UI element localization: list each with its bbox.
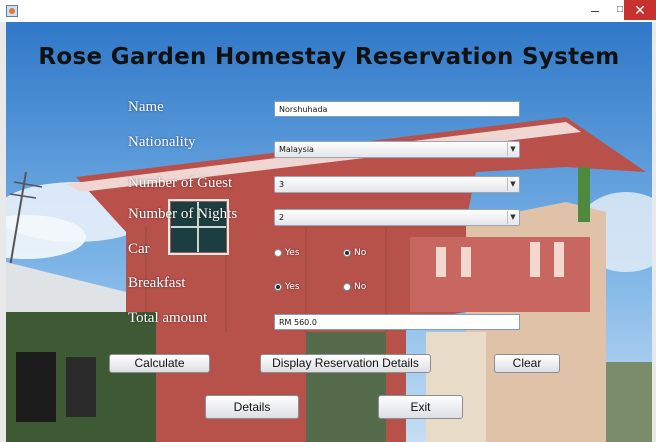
window-titlebar: – □ ✕ bbox=[0, 0, 656, 23]
nights-selected-value: 2 bbox=[279, 213, 285, 222]
display-reservation-details-button[interactable]: Display Reservation Details bbox=[260, 354, 431, 373]
car-yes-radio[interactable]: Yes bbox=[274, 246, 300, 260]
app-window: Rose Garden Homestay Reservation System … bbox=[0, 22, 656, 442]
breakfast-yes-label: Yes bbox=[285, 282, 300, 292]
radio-button-icon bbox=[274, 248, 282, 257]
guests-label: Number of Guest bbox=[128, 175, 233, 191]
car-no-radio[interactable]: No bbox=[343, 246, 366, 260]
chevron-down-icon[interactable]: ▼ bbox=[507, 211, 518, 224]
breakfast-yes-radio[interactable]: Yes bbox=[274, 280, 300, 294]
close-button[interactable]: ✕ bbox=[624, 0, 656, 20]
breakfast-label: Breakfast bbox=[128, 275, 186, 291]
breakfast-no-label: No bbox=[354, 282, 367, 292]
window-title bbox=[0, 3, 656, 17]
page-title: Rose Garden Homestay Reservation System bbox=[38, 44, 620, 70]
nights-dropdown[interactable]: 2 ▼ bbox=[274, 209, 520, 226]
nationality-selected-value: Malaysia bbox=[279, 145, 314, 154]
name-field[interactable]: Norshuhada bbox=[274, 101, 520, 117]
car-yes-label: Yes bbox=[285, 248, 300, 258]
window-frame-right bbox=[652, 22, 656, 442]
nights-label: Number of Nights bbox=[128, 206, 238, 222]
background-illustration bbox=[6, 22, 652, 442]
chevron-down-icon[interactable]: ▼ bbox=[507, 178, 518, 191]
clear-button[interactable]: Clear bbox=[494, 354, 560, 373]
radio-button-selected-icon bbox=[343, 248, 351, 257]
breakfast-no-radio[interactable]: No bbox=[343, 280, 366, 294]
exit-button[interactable]: Exit bbox=[378, 395, 463, 419]
nationality-label: Nationality bbox=[128, 134, 196, 150]
car-no-label: No bbox=[354, 248, 367, 258]
chevron-down-icon[interactable]: ▼ bbox=[507, 143, 518, 156]
car-label: Car bbox=[128, 241, 150, 257]
nationality-dropdown[interactable]: Malaysia ▼ bbox=[274, 141, 520, 158]
total-amount-label: Total amount bbox=[128, 310, 208, 326]
radio-button-selected-icon bbox=[274, 282, 282, 291]
guests-selected-value: 3 bbox=[279, 180, 285, 189]
total-amount-field[interactable]: RM 560.0 bbox=[274, 314, 520, 330]
details-button[interactable]: Details bbox=[205, 395, 299, 419]
radio-button-icon bbox=[343, 282, 351, 291]
homestay-background-photo: Rose Garden Homestay Reservation System … bbox=[6, 22, 652, 442]
name-label: Name bbox=[128, 99, 164, 115]
calculate-button[interactable]: Calculate bbox=[109, 354, 210, 373]
minimize-button[interactable]: – bbox=[582, 0, 608, 20]
guests-dropdown[interactable]: 3 ▼ bbox=[274, 176, 520, 193]
